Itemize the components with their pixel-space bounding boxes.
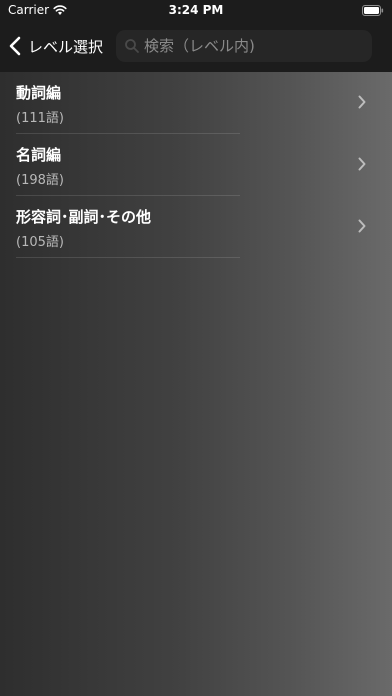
list-item-count: (198語) xyxy=(16,173,64,188)
battery-icon xyxy=(362,5,384,16)
list-item-nouns[interactable]: 名詞編 (198語) xyxy=(0,134,392,196)
search-icon xyxy=(125,39,139,53)
search-field[interactable] xyxy=(116,30,372,62)
list-item-title: 名詞編 xyxy=(16,146,62,164)
level-list: 動詞編 (111語) 名詞編 (198語) 形容詞･副詞･その他 (105語) xyxy=(0,72,392,258)
search-input[interactable] xyxy=(144,37,354,55)
list-item-adjectives-adverbs-others[interactable]: 形容詞･副詞･その他 (105語) xyxy=(0,196,392,258)
status-bar: Carrier 3:24 PM xyxy=(0,0,392,22)
back-button[interactable]: レベル選択 xyxy=(8,32,103,60)
list-item-title: 形容詞･副詞･その他 xyxy=(16,208,152,226)
navigation-bar: レベル選択 xyxy=(0,22,392,72)
list-item-title: 動詞編 xyxy=(16,84,62,102)
chevron-right-icon xyxy=(358,157,366,171)
chevron-left-icon xyxy=(9,36,21,56)
chevron-right-icon xyxy=(358,95,366,109)
status-time: 3:24 PM xyxy=(168,3,224,17)
list-item-count: (111語) xyxy=(16,111,64,126)
chevron-right-icon xyxy=(358,219,366,233)
list-item-count: (105語) xyxy=(16,235,64,250)
row-divider xyxy=(16,257,240,258)
back-button-label: レベル選択 xyxy=(28,37,104,56)
list-item-verbs[interactable]: 動詞編 (111語) xyxy=(0,72,392,134)
